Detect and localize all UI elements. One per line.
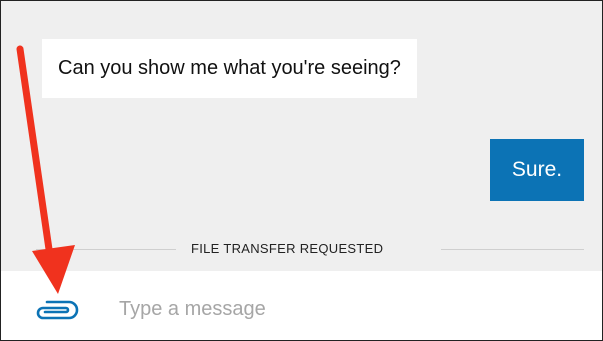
incoming-message-bubble: Can you show me what you're seeing? [42,39,417,98]
attach-file-button[interactable] [33,298,79,322]
chat-window: Can you show me what you're seeing? Sure… [0,0,603,341]
file-transfer-label: FILE TRANSFER REQUESTED [191,241,384,256]
message-list: Can you show me what you're seeing? Sure… [1,1,602,271]
divider-line-left [36,249,176,250]
outgoing-message-bubble: Sure. [490,139,584,201]
message-input[interactable] [119,293,579,325]
paperclip-icon [36,300,79,320]
file-transfer-event: FILE TRANSFER REQUESTED [36,239,584,259]
divider-line-right [441,249,584,250]
message-composer [1,271,602,340]
